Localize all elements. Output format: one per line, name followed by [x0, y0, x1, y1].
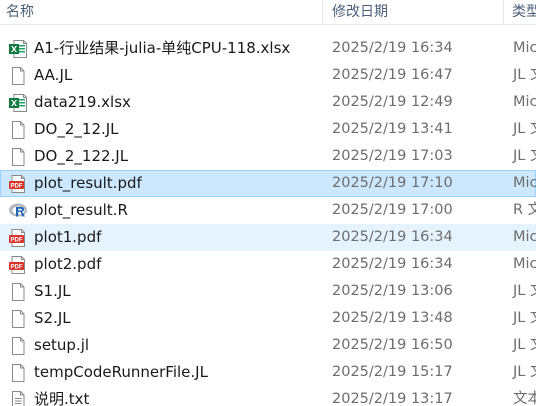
- file-row[interactable]: DO_2_122.JL 2025/2/19 17:03 JL 文: [0, 143, 536, 170]
- file-modified-date: 2025/2/19 13:06: [332, 283, 453, 299]
- file-icon: [8, 120, 28, 140]
- file-name[interactable]: AA.JL: [34, 63, 72, 88]
- column-header-name[interactable]: ^ 名称: [0, 0, 322, 24]
- column-header-date-label: 修改日期: [332, 4, 388, 20]
- svg-text:PDF: PDF: [11, 264, 23, 270]
- file-name[interactable]: plot_result.R: [34, 198, 128, 223]
- file-icon: [8, 336, 28, 356]
- column-header-bar: ^ 名称 修改日期 类型: [0, 0, 536, 25]
- file-type: JL 文: [513, 364, 536, 380]
- file-type: Mic: [513, 256, 536, 272]
- file-icon: [8, 309, 28, 329]
- file-type: Mic: [513, 229, 536, 245]
- file-icon: [8, 66, 28, 86]
- file-type: Mic: [513, 175, 536, 191]
- file-type: JL 文: [513, 67, 536, 83]
- file-modified-date: 2025/2/19 16:50: [332, 337, 453, 353]
- file-row[interactable]: tempCodeRunnerFile.JL 2025/2/19 15:17 JL 文: [0, 359, 536, 386]
- column-header-name-label: 名称: [6, 4, 34, 20]
- file-type: 文本: [513, 391, 536, 406]
- file-name[interactable]: plot_result.pdf: [34, 171, 142, 196]
- file-name[interactable]: data219.xlsx: [34, 90, 131, 115]
- excel-icon: [8, 39, 28, 59]
- file-row[interactable]: PDF plot1.pdf 2025/2/19 16:34 Mic: [0, 224, 536, 251]
- file-icon: [8, 282, 28, 302]
- file-name[interactable]: S2.JL: [34, 306, 71, 331]
- file-icon: [8, 147, 28, 167]
- pdf-icon: PDF: [8, 228, 28, 248]
- file-row[interactable]: setup.jl 2025/2/19 16:50 JL 文: [0, 332, 536, 359]
- file-row[interactable]: A1-行业结果-julia-单纯CPU-118.xlsx 2025/2/19 16…: [0, 35, 536, 62]
- file-name[interactable]: DO_2_122.JL: [34, 144, 128, 169]
- column-header-date[interactable]: 修改日期: [323, 0, 503, 24]
- file-row[interactable]: AA.JL 2025/2/19 16:47 JL 文: [0, 62, 536, 89]
- file-explorer-list: ^ 名称 修改日期 类型 A1-行业结果-julia-单纯CPU-118.xls…: [0, 0, 536, 406]
- file-type: JL 文: [513, 337, 536, 353]
- file-row[interactable]: 说明.txt 2025/2/19 13:17 文本: [0, 386, 536, 406]
- file-type: Mic: [513, 40, 536, 56]
- file-row[interactable]: plot_result.R 2025/2/19 17:00 R 文: [0, 197, 536, 224]
- file-row[interactable]: PDF plot2.pdf 2025/2/19 16:34 Mic: [0, 251, 536, 278]
- file-icon: [8, 363, 28, 383]
- file-modified-date: 2025/2/19 16:34: [332, 229, 453, 245]
- file-name[interactable]: 说明.txt: [34, 387, 89, 406]
- svg-text:PDF: PDF: [11, 183, 23, 189]
- file-row[interactable]: DO_2_12.JL 2025/2/19 13:41 JL 文: [0, 116, 536, 143]
- sort-ascending-icon: ^: [0, 0, 8, 4]
- file-name[interactable]: S1.JL: [34, 279, 71, 304]
- svg-text:PDF: PDF: [11, 237, 23, 243]
- file-name[interactable]: DO_2_12.JL: [34, 117, 119, 142]
- file-modified-date: 2025/2/19 16:47: [332, 67, 453, 83]
- column-header-type[interactable]: 类型: [504, 0, 536, 24]
- file-modified-date: 2025/2/19 16:34: [332, 256, 453, 272]
- file-modified-date: 2025/2/19 12:49: [332, 94, 453, 110]
- excel-icon: [8, 93, 28, 113]
- pdf-icon: PDF: [8, 255, 28, 275]
- file-type: Mic: [513, 94, 536, 110]
- file-modified-date: 2025/2/19 16:34: [332, 40, 453, 56]
- file-row[interactable]: S1.JL 2025/2/19 13:06 JL 文: [0, 278, 536, 305]
- file-name[interactable]: plot2.pdf: [34, 252, 101, 277]
- file-type: JL 文: [513, 121, 536, 137]
- file-modified-date: 2025/2/19 15:17: [332, 364, 453, 380]
- file-name[interactable]: tempCodeRunnerFile.JL: [34, 360, 208, 385]
- file-modified-date: 2025/2/19 17:03: [332, 148, 453, 164]
- r-script-icon: [8, 201, 28, 221]
- file-row[interactable]: S2.JL 2025/2/19 13:48 JL 文: [0, 305, 536, 332]
- file-name[interactable]: A1-行业结果-julia-单纯CPU-118.xlsx: [34, 36, 290, 61]
- file-list: A1-行业结果-julia-单纯CPU-118.xlsx 2025/2/19 16…: [0, 35, 536, 406]
- file-name[interactable]: plot1.pdf: [34, 225, 101, 250]
- file-type: JL 文: [513, 283, 536, 299]
- file-name[interactable]: setup.jl: [34, 333, 89, 358]
- file-modified-date: 2025/2/19 13:48: [332, 310, 453, 326]
- text-file-icon: [8, 390, 28, 406]
- file-type: JL 文: [513, 310, 536, 326]
- file-modified-date: 2025/2/19 13:41: [332, 121, 453, 137]
- file-modified-date: 2025/2/19 13:17: [332, 391, 453, 406]
- file-row[interactable]: data219.xlsx 2025/2/19 12:49 Mic: [0, 89, 536, 116]
- file-row[interactable]: PDF plot_result.pdf 2025/2/19 17:10 Mic: [0, 170, 536, 197]
- file-modified-date: 2025/2/19 17:00: [332, 202, 453, 218]
- file-type: R 文: [513, 202, 536, 218]
- column-header-type-label: 类型: [512, 4, 536, 20]
- file-type: JL 文: [513, 148, 536, 164]
- file-modified-date: 2025/2/19 17:10: [332, 175, 453, 191]
- pdf-icon: PDF: [8, 174, 28, 194]
